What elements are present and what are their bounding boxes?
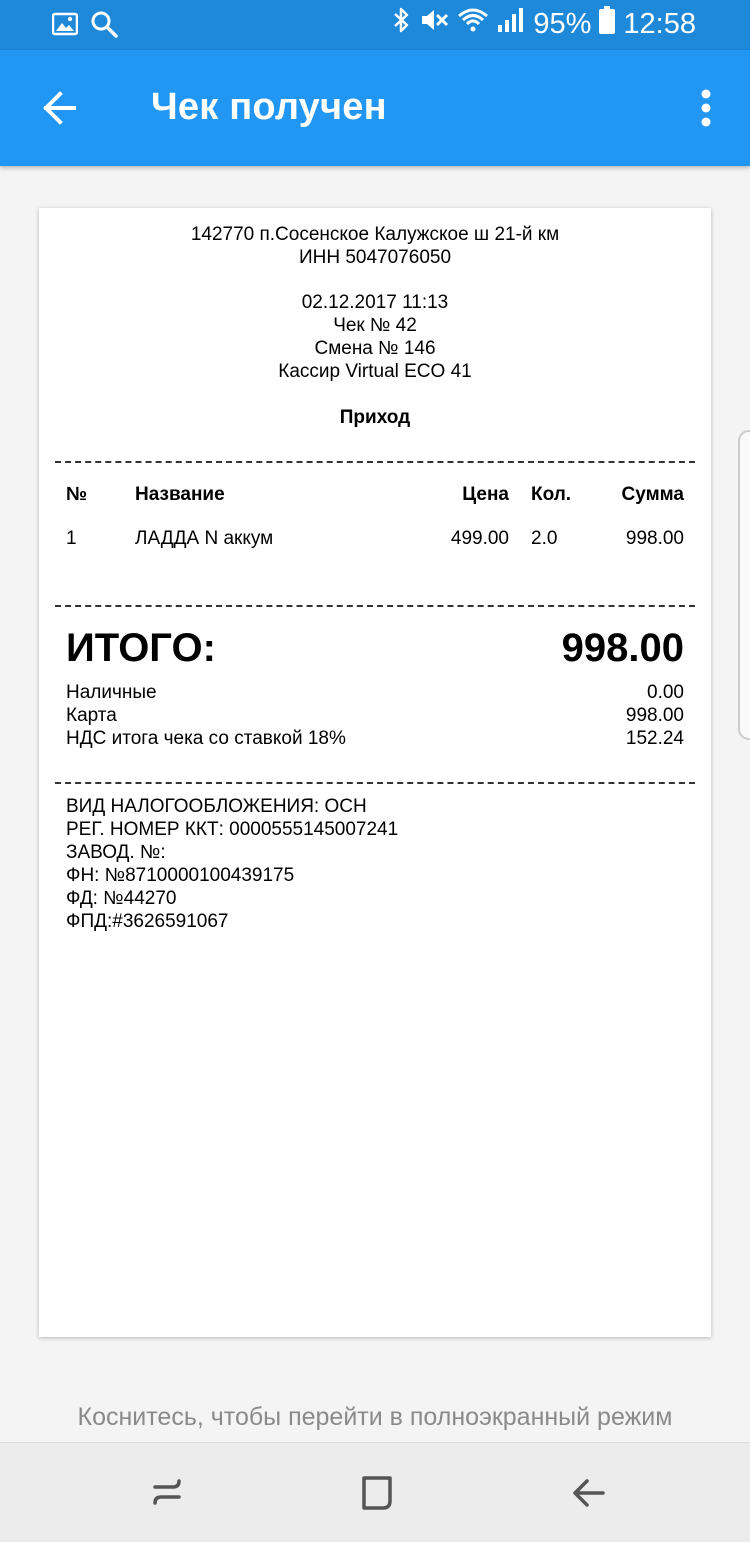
receipt-datetime: 02.12.2017 11:13 xyxy=(301,292,449,313)
item-name: ЛАДДА N аккум xyxy=(135,528,274,549)
shift-number: Смена № 146 xyxy=(314,338,436,359)
fiscal-info: ВИД НАЛОГООБЛОЖЕНИЯ: ОСН РЕГ. НОМЕР ККТ:… xyxy=(66,795,398,933)
home-button[interactable] xyxy=(352,1471,402,1515)
recent-apps-icon xyxy=(153,1479,181,1505)
back-nav-button[interactable] xyxy=(562,1471,612,1515)
status-left-icons xyxy=(51,10,118,43)
vat-label: НДС итога чека со ставкой 18% xyxy=(66,728,346,749)
payment-card-label: Карта xyxy=(66,705,117,726)
signal-icon xyxy=(497,7,524,41)
fd-number: ФД: №44270 xyxy=(66,888,177,909)
recent-apps-button[interactable] xyxy=(142,1471,192,1515)
back-nav-icon xyxy=(573,1479,605,1507)
arrow-back-icon xyxy=(43,91,76,125)
battery-percent: 95% xyxy=(533,7,592,40)
vat-value: 152.24 xyxy=(625,728,684,749)
item-price: 499.00 xyxy=(450,528,509,549)
battery-icon xyxy=(599,6,616,42)
divider xyxy=(55,605,695,607)
bluetooth-icon xyxy=(391,6,411,42)
receipt-card[interactable]: 142770 п.Сосенское Калужское ш 21-й км И… xyxy=(39,208,711,1337)
more-options-button[interactable] xyxy=(688,80,724,136)
fn-number: ФН: №8710000100439175 xyxy=(66,865,295,886)
wifi-icon xyxy=(457,6,489,42)
total-value: 998.00 xyxy=(561,626,684,670)
fpd-number: ФПД:#3626591067 xyxy=(66,911,229,932)
col-header-price: Цена xyxy=(462,484,509,505)
divider xyxy=(55,782,695,784)
col-header-num: № xyxy=(66,484,88,505)
app-bar: Чек получен xyxy=(0,50,750,166)
check-number: Чек № 42 xyxy=(333,315,417,336)
payment-cash-label: Наличные xyxy=(66,682,157,703)
factory-number: ЗАВОД. №: xyxy=(66,842,166,863)
search-icon xyxy=(90,10,118,43)
tax-system: ВИД НАЛОГООБЛОЖЕНИЯ: ОСН xyxy=(66,796,367,817)
store-address: 142770 п.Сосенское Калужское ш 21-й км xyxy=(190,224,560,245)
col-header-sum: Сумма xyxy=(621,484,684,505)
item-sum: 998.00 xyxy=(625,528,684,549)
total-label: ИТОГО: xyxy=(66,626,216,670)
status-right-icons: 95% 12:58 xyxy=(391,6,696,42)
col-header-qty: Кол. xyxy=(531,484,572,505)
divider xyxy=(55,461,695,463)
more-vert-icon xyxy=(701,89,711,127)
mute-icon xyxy=(419,6,449,42)
clock: 12:58 xyxy=(623,7,696,40)
back-button[interactable] xyxy=(30,80,86,136)
home-icon xyxy=(362,1476,392,1510)
status-bar: 95% 12:58 xyxy=(0,0,750,50)
operation-type: Приход xyxy=(339,407,411,428)
gallery-icon xyxy=(51,12,79,41)
fullscreen-hint[interactable]: Коснитесь, чтобы перейти в полноэкранный… xyxy=(0,1403,750,1432)
payment-cash-value: 0.00 xyxy=(647,682,684,703)
page-title: Чек получен xyxy=(151,86,387,128)
navigation-bar xyxy=(0,1442,750,1542)
col-header-name: Название xyxy=(135,484,225,505)
item-num: 1 xyxy=(66,528,77,549)
item-qty: 2.0 xyxy=(531,528,558,549)
payment-card-value: 998.00 xyxy=(625,705,684,726)
inn: ИНН 5047076050 xyxy=(298,247,452,268)
edge-panel-handle[interactable] xyxy=(738,430,750,740)
cashier: Кассир Virtual ECO 41 xyxy=(278,361,472,382)
kkt-reg-number: РЕГ. НОМЕР ККТ: 0000555145007241 xyxy=(66,819,399,840)
